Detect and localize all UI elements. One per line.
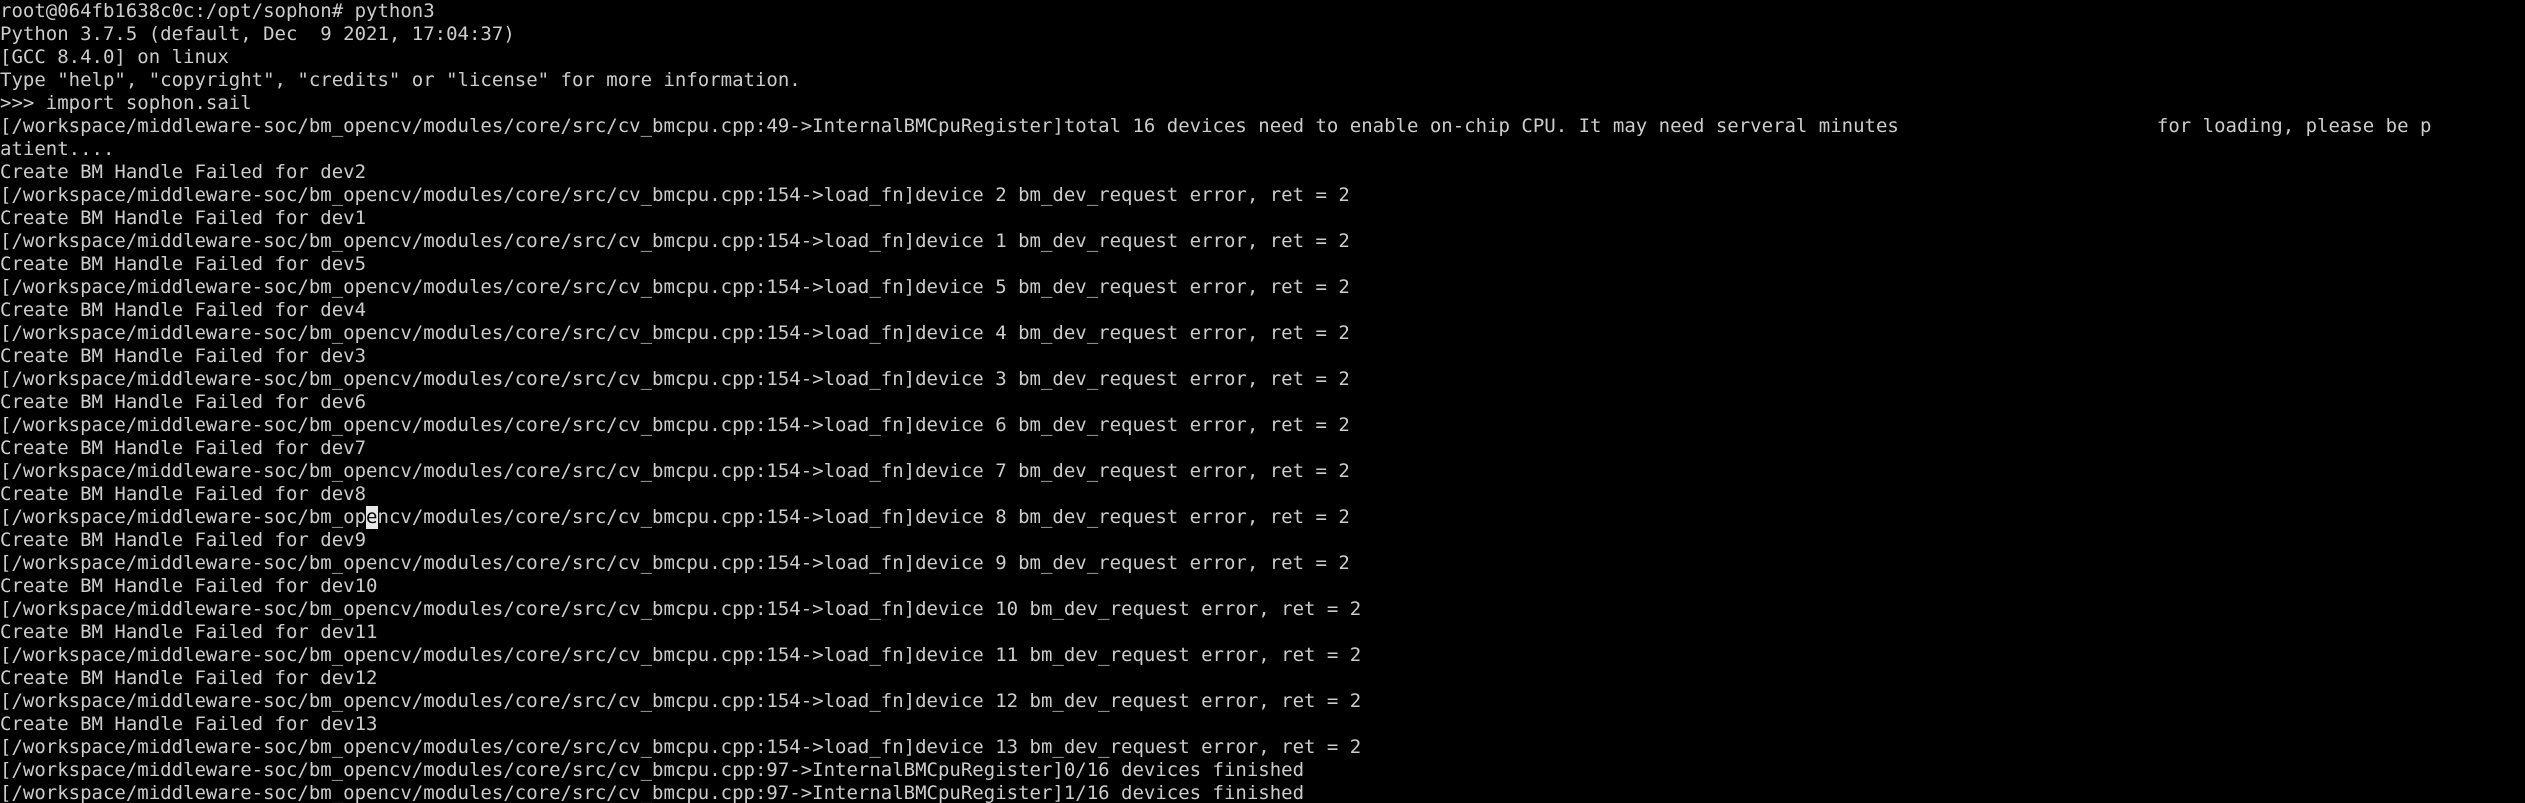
terminal-line-10: Create BM Handle Failed for dev1	[0, 207, 367, 229]
terminal-line-30: Create BM Handle Failed for dev12	[0, 667, 378, 689]
terminal-line-32: Create BM Handle Failed for dev13	[0, 713, 378, 735]
terminal-line-4: Type "help", "copyright", "credits" or "…	[0, 69, 801, 91]
terminal-line-24: Create BM Handle Failed for dev9	[0, 529, 367, 551]
terminal-line-9: [/workspace/middleware-soc/bm_opencv/mod…	[0, 184, 1350, 206]
terminal-line-5: >>> import sophon.sail	[0, 92, 252, 114]
text-cursor[interactable]: e	[366, 506, 378, 529]
terminal-line-12: Create BM Handle Failed for dev5	[0, 253, 367, 275]
terminal-line-6: [/workspace/middleware-soc/bm_opencv/mod…	[0, 115, 2525, 138]
cursor-line-after: ncv/modules/core/src/cv_bmcpu.cpp:154->l…	[377, 506, 1350, 528]
terminal-line-13: [/workspace/middleware-soc/bm_opencv/mod…	[0, 276, 1350, 298]
terminal-line-8: Create BM Handle Failed for dev2	[0, 161, 367, 183]
terminal-line-20: Create BM Handle Failed for dev7	[0, 437, 367, 459]
terminal-line-1: root@064fb1638c0c:/opt/sophon# python3	[0, 0, 435, 22]
terminal-line-26: Create BM Handle Failed for dev10	[0, 575, 378, 597]
terminal-line-18: Create BM Handle Failed for dev6	[0, 391, 367, 413]
terminal-line-33: [/workspace/middleware-soc/bm_opencv/mod…	[0, 736, 1362, 758]
terminal-line-35: [/workspace/middleware-soc/bm_opencv/mod…	[0, 782, 1305, 803]
terminal-line-21: [/workspace/middleware-soc/bm_opencv/mod…	[0, 460, 1350, 482]
terminal-line-14: Create BM Handle Failed for dev4	[0, 299, 367, 321]
terminal-line-34: [/workspace/middleware-soc/bm_opencv/mod…	[0, 759, 1305, 781]
cursor-line-before: [/workspace/middleware-soc/bm_op	[0, 506, 367, 528]
terminal-line-6-text: [/workspace/middleware-soc/bm_opencv/mod…	[0, 115, 1899, 137]
terminal-line-31: [/workspace/middleware-soc/bm_opencv/mod…	[0, 690, 1362, 712]
terminal-line-15: [/workspace/middleware-soc/bm_opencv/mod…	[0, 322, 1350, 344]
terminal-line-29: [/workspace/middleware-soc/bm_opencv/mod…	[0, 644, 1362, 666]
terminal-window[interactable]: root@064fb1638c0c:/opt/sophon# python3 P…	[0, 0, 2525, 803]
terminal-line-3: [GCC 8.4.0] on linux	[0, 46, 229, 68]
terminal-line-22: Create BM Handle Failed for dev8	[0, 483, 367, 505]
terminal-line-7: atient....	[0, 138, 115, 160]
terminal-line-17: [/workspace/middleware-soc/bm_opencv/mod…	[0, 368, 1350, 390]
terminal-line-25: [/workspace/middleware-soc/bm_opencv/mod…	[0, 552, 1350, 574]
terminal-line-23-cursor[interactable]: [/workspace/middleware-soc/bm_opencv/mod…	[0, 506, 2525, 529]
terminal-line-2: Python 3.7.5 (default, Dec 9 2021, 17:04…	[0, 23, 515, 45]
terminal-line-16: Create BM Handle Failed for dev3	[0, 345, 367, 367]
terminal-line-11: [/workspace/middleware-soc/bm_opencv/mod…	[0, 230, 1350, 252]
terminal-line-6-wrapped-tail: for loading, please be p	[2156, 115, 2432, 137]
terminal-line-27: [/workspace/middleware-soc/bm_opencv/mod…	[0, 598, 1362, 620]
terminal-line-28: Create BM Handle Failed for dev11	[0, 621, 378, 643]
terminal-line-19: [/workspace/middleware-soc/bm_opencv/mod…	[0, 414, 1350, 436]
